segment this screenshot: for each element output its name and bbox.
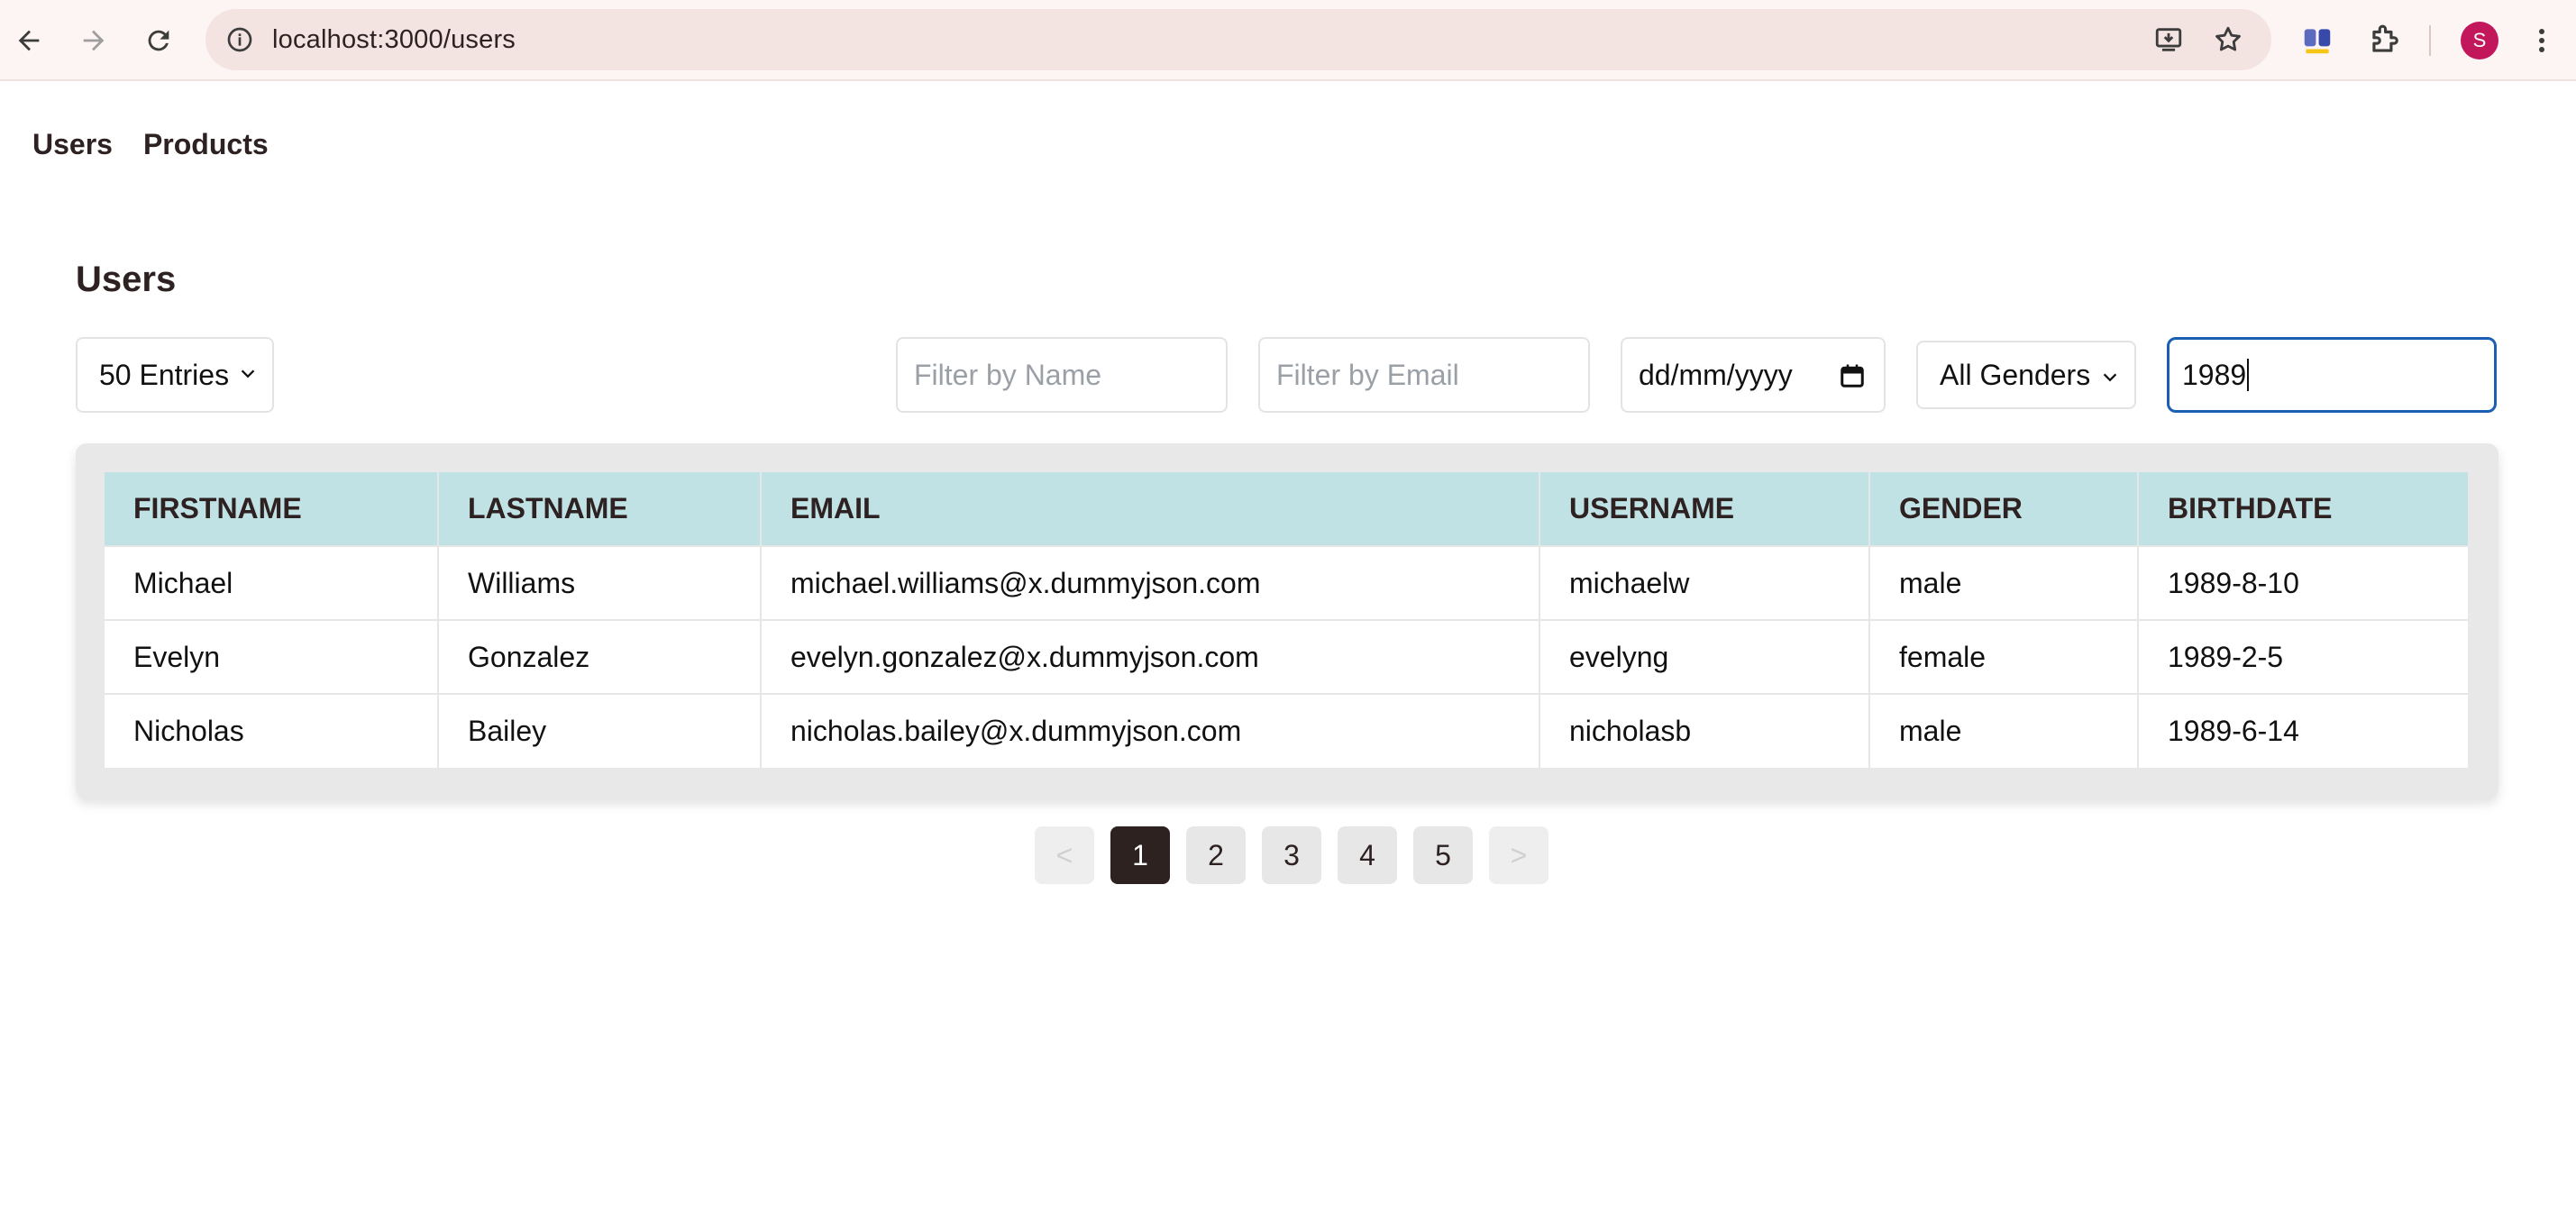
- nav-link-users[interactable]: Users: [32, 128, 113, 161]
- cell-birthdate: 1989-6-14: [2138, 693, 2468, 768]
- page-button-5[interactable]: 5: [1413, 826, 1473, 884]
- page-button-1[interactable]: 1: [1110, 826, 1170, 884]
- cell-firstname: Michael: [105, 545, 439, 620]
- column-header-firstname[interactable]: FIRSTNAME: [105, 472, 439, 546]
- pagination: < 1 2 3 4 5 >: [1035, 826, 1548, 884]
- column-header-gender[interactable]: GENDER: [1869, 472, 2139, 546]
- kebab-menu-icon[interactable]: [2526, 20, 2558, 61]
- cell-birthdate: 1989-2-5: [2138, 619, 2468, 694]
- column-header-birthdate[interactable]: BIRTHDATE: [2138, 472, 2468, 546]
- profile-avatar[interactable]: S: [2461, 22, 2498, 59]
- cell-email: michael.williams@x.dummyjson.com: [761, 545, 1540, 620]
- cell-birthdate: 1989-8-10: [2138, 545, 2468, 620]
- install-app-icon[interactable]: [2151, 22, 2187, 58]
- name-filter-placeholder: Filter by Name: [914, 358, 1102, 391]
- page-button-4[interactable]: 4: [1338, 826, 1397, 884]
- cell-gender: male: [1869, 693, 2139, 768]
- cell-gender: male: [1869, 545, 2139, 620]
- url-text: localhost:3000/users: [272, 25, 516, 54]
- prev-page-button[interactable]: <: [1035, 826, 1094, 884]
- toolbar-divider: [2429, 25, 2431, 56]
- chevron-down-icon: [2103, 373, 2117, 382]
- cell-lastname: Williams: [438, 545, 762, 620]
- app-navbar: Users Products: [32, 128, 269, 161]
- address-bar[interactable]: localhost:3000/users: [206, 9, 2271, 70]
- page-button-2[interactable]: 2: [1186, 826, 1246, 884]
- table-row: Evelyn Gonzalez evelyn.gonzalez@x.dummyj…: [105, 619, 2468, 694]
- back-icon[interactable]: [5, 17, 52, 64]
- users-table: FIRSTNAME LASTNAME EMAIL USERNAME GENDER…: [105, 472, 2468, 768]
- column-header-username[interactable]: USERNAME: [1539, 472, 1870, 546]
- puzzle-extensions-icon[interactable]: [2363, 20, 2405, 61]
- cell-username: evelyng: [1539, 619, 1870, 694]
- cell-lastname: Gonzalez: [438, 619, 762, 694]
- site-info-icon[interactable]: [222, 22, 258, 58]
- bookmark-star-icon[interactable]: [2210, 22, 2246, 58]
- search-input-value: 1989: [2182, 358, 2247, 391]
- reload-icon[interactable]: [135, 17, 182, 64]
- cell-username: michaelw: [1539, 545, 1870, 620]
- table-header-row: FIRSTNAME LASTNAME EMAIL USERNAME GENDER…: [105, 472, 2468, 546]
- calendar-icon[interactable]: [1839, 362, 1866, 389]
- browser-toolbar: localhost:3000/users S: [0, 0, 2576, 81]
- forward-icon[interactable]: [70, 17, 117, 64]
- search-input[interactable]: 1989: [2167, 337, 2497, 413]
- gender-select-value: All Genders: [1940, 358, 2091, 391]
- cell-email: nicholas.bailey@x.dummyjson.com: [761, 693, 1540, 768]
- column-header-email[interactable]: EMAIL: [761, 472, 1540, 546]
- page-title: Users: [76, 260, 177, 299]
- email-filter-input[interactable]: Filter by Email: [1258, 337, 1590, 413]
- nav-link-products[interactable]: Products: [143, 128, 269, 161]
- cell-firstname: Evelyn: [105, 619, 439, 694]
- email-filter-placeholder: Filter by Email: [1276, 358, 1459, 391]
- extension-app-icon[interactable]: [2297, 20, 2338, 61]
- entries-per-page-select[interactable]: 50 Entries: [76, 337, 274, 413]
- next-page-button[interactable]: >: [1489, 826, 1548, 884]
- table-row: Nicholas Bailey nicholas.bailey@x.dummyj…: [105, 693, 2468, 768]
- text-cursor: [2247, 359, 2250, 391]
- cell-username: nicholasb: [1539, 693, 1870, 768]
- users-table-card: FIRSTNAME LASTNAME EMAIL USERNAME GENDER…: [76, 443, 2498, 798]
- cell-email: evelyn.gonzalez@x.dummyjson.com: [761, 619, 1540, 694]
- chevron-down-icon: [241, 369, 255, 378]
- cell-gender: female: [1869, 619, 2139, 694]
- cell-firstname: Nicholas: [105, 693, 439, 768]
- gender-filter-select[interactable]: All Genders: [1916, 341, 2136, 409]
- birthdate-filter-input[interactable]: dd/mm/yyyy: [1621, 337, 1886, 413]
- date-filter-placeholder: dd/mm/yyyy: [1639, 358, 1793, 391]
- column-header-lastname[interactable]: LASTNAME: [438, 472, 762, 546]
- name-filter-input[interactable]: Filter by Name: [896, 337, 1228, 413]
- cell-lastname: Bailey: [438, 693, 762, 768]
- page-button-3[interactable]: 3: [1262, 826, 1321, 884]
- entries-select-value: 50 Entries: [99, 358, 230, 391]
- table-row: Michael Williams michael.williams@x.dumm…: [105, 545, 2468, 620]
